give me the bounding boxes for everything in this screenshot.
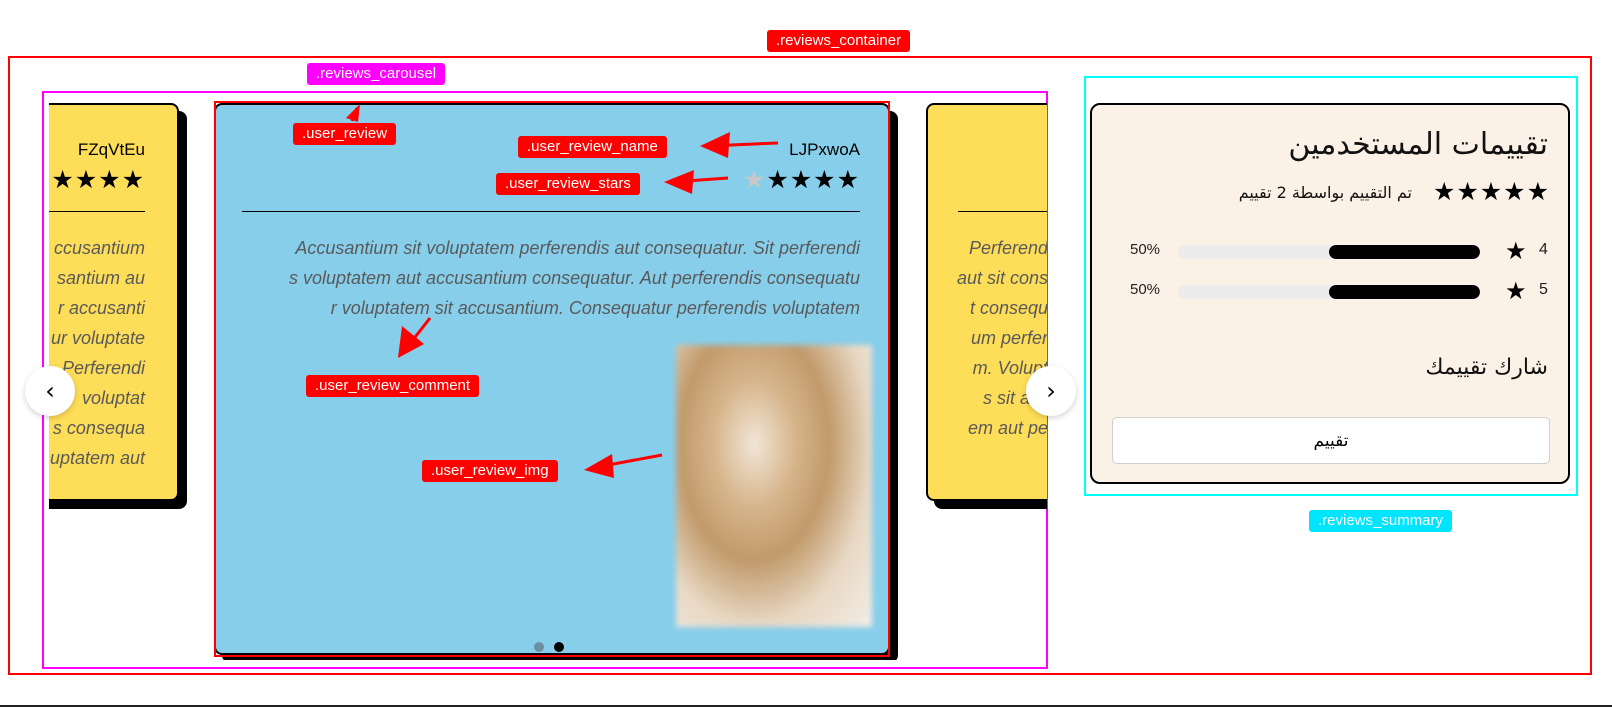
arrow-head (700, 132, 730, 158)
arrow-head (664, 170, 694, 194)
arrow-head (584, 454, 614, 478)
arrow-head (346, 104, 360, 122)
annotation-arrows (346, 104, 779, 478)
